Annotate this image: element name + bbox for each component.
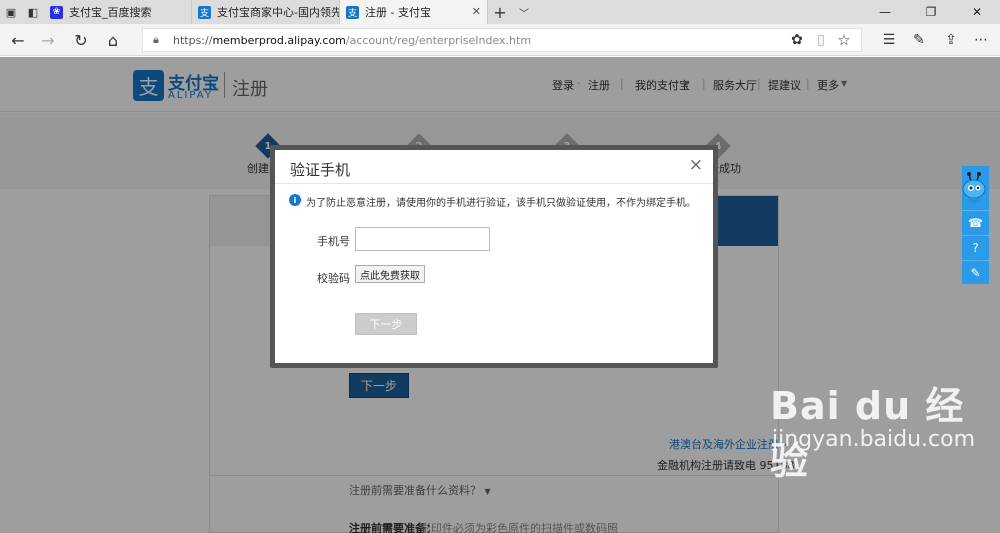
lock-icon: 🔒︎ [153,33,159,46]
back-icon[interactable]: ← [7,29,29,51]
dialog-divider [275,183,713,184]
tab-title: 注册 - 支付宝 [365,6,431,19]
new-tab-button[interactable]: + [488,0,512,24]
tab-baidu-search[interactable]: ❀ 支付宝_百度搜索 [44,0,192,24]
reading-view-icon[interactable]: ▯ [810,29,832,51]
url-scheme: https:// [173,33,213,47]
get-code-button[interactable]: 点此免费获取 [355,265,425,283]
baidu-paw-icon: ❀ [50,5,63,19]
url-path: /account/reg/enterpriseIndex.htm [345,33,532,47]
restore-button[interactable]: ❐ [908,0,954,24]
close-tab-icon[interactable]: ✕ [472,5,481,18]
web-note-icon[interactable]: ✎ [908,29,930,51]
tab-register[interactable]: 支 注册 - 支付宝 ✕ [340,0,488,24]
address-bar[interactable]: 🔒︎ https://memberprod.alipay.com/account… [142,28,862,52]
tab-list-chevron-icon[interactable]: ﹀ [512,0,536,24]
close-window-button[interactable]: ✕ [954,0,1000,24]
help-icon[interactable]: ? [962,235,989,260]
share-icon[interactable]: ⇪ [940,29,962,51]
url-host: memberprod.alipay.com [212,33,346,47]
alipay-icon: 支 [198,5,211,19]
favorites-hub-icon[interactable]: ☰ [878,29,900,51]
verify-info-text: 为了防止恶意注册，请使用你的手机进行验证，该手机只做验证使用，不作为绑定手机。 [306,198,696,209]
customer-service-icon[interactable]: ☎ [962,210,989,235]
verify-phone-dialog: 验证手机 × i 为了防止恶意注册，请使用你的手机进行验证，该手机只做验证使用，… [275,150,713,363]
extension-icon[interactable]: ✿ [786,29,808,51]
dialog-title: 验证手机 [290,161,351,179]
watermark-url: jingyan.baidu.com [772,427,976,452]
code-label: 校验码 [317,272,350,285]
set-aside-tabs-icon[interactable]: ◧ [22,0,44,24]
tab-merchant-center[interactable]: 支 支付宝商家中心-国内领先的 [192,0,340,24]
tab-title: 支付宝_百度搜索 [69,6,152,19]
favorite-star-icon[interactable]: ☆ [833,29,855,51]
close-icon[interactable]: × [689,155,703,175]
alipay-icon: 支 [346,5,359,19]
more-icon[interactable]: ⋯ [970,29,992,51]
tab-title: 支付宝商家中心-国内领先的 [217,6,340,19]
phone-label: 手机号 [317,235,350,248]
home-icon[interactable]: ⌂ [102,29,124,51]
forward-icon[interactable]: → [37,29,59,51]
refresh-icon[interactable]: ↻ [70,29,92,51]
dialog-next-button[interactable]: 下一步 [355,313,417,335]
ant-mascot-icon[interactable] [960,172,988,204]
info-icon: i [289,194,301,206]
browser-nav-bar: ← → ↻ ⌂ 🔒︎ https://memberprod.alipay.com… [0,24,1000,56]
phone-input[interactable] [355,227,490,251]
minimize-button[interactable]: — [862,0,908,24]
browser-tab-bar: ▣ ◧ ❀ 支付宝_百度搜索 支 支付宝商家中心-国内领先的 支 注册 - 支付… [0,0,1000,24]
tab-group-icon[interactable]: ▣ [0,0,22,24]
feedback-icon[interactable]: ✎ [962,260,989,285]
